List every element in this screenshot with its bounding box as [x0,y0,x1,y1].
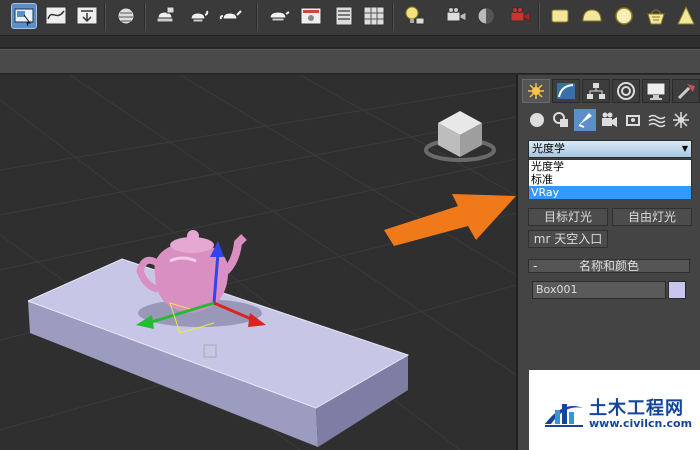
camera-record-icon[interactable] [508,4,532,28]
free-light-button[interactable]: 自由灯光 [612,208,692,226]
cameras-icon[interactable] [598,109,620,131]
site-logo-icon [543,394,585,428]
create-tab-icon[interactable] [522,79,550,103]
layer-list-icon[interactable] [362,4,386,28]
shapes-icon[interactable] [550,109,572,131]
lights-icon[interactable] [574,109,596,131]
toolbar-separator [104,3,106,31]
mr-sky-portal-button[interactable]: mr 天空入口 [528,230,608,248]
curve-editor-icon[interactable] [44,4,68,28]
category-icons [526,109,698,131]
chevron-down-icon: ▼ [681,144,688,153]
toolbar-separator [538,3,540,31]
dropdown-option-highlighted[interactable]: VRay [529,186,691,199]
basket-icon[interactable] [644,4,668,28]
sphere-light-icon[interactable] [612,4,636,28]
select-object-icon[interactable] [11,3,37,29]
motion-tab-icon[interactable] [612,79,640,103]
utilities-tab-icon[interactable] [672,79,700,103]
dropdown-option[interactable]: 标准 [529,173,691,186]
layer-icon[interactable] [299,4,323,28]
toolbar-separator [392,3,394,31]
name-and-color-rollout[interactable]: 名称和颜色 - [528,259,690,273]
panel-tabs [522,79,700,103]
light-type-dropdown[interactable]: 光度学 ▼ [528,140,692,158]
geometry-icon[interactable] [526,109,548,131]
object-name-field[interactable]: Box001 [532,281,666,299]
dope-sheet-icon[interactable] [75,4,99,28]
systems-icon[interactable] [670,109,692,131]
render-setup-icon[interactable] [153,4,177,28]
viewport-header-strip [0,49,700,74]
main-toolbar [0,0,700,36]
dome-icon[interactable] [580,4,604,28]
app-window: 光度学 ▼ 光度学 标准 VRay 目标灯光 自由灯光 mr 天空入口 名称和颜… [0,0,700,450]
camera-icon[interactable] [444,4,468,28]
render-production-icon[interactable] [266,4,290,28]
object-color-swatch[interactable] [668,281,686,299]
light-bulb-icon[interactable] [402,4,426,28]
rollout-title: 名称和颜色 [578,259,639,273]
toolbar-separator [256,3,258,31]
ribbon-strip [0,36,700,48]
site-watermark: 土木工程网 www.civilcn.com [529,370,700,450]
material-editor-icon[interactable] [114,4,138,28]
viewport-canvas [0,75,516,450]
cone-icon[interactable] [674,4,698,28]
toolbar-separator [144,3,146,31]
target-light-button[interactable]: 目标灯光 [528,208,608,226]
space-warps-icon[interactable] [646,109,668,131]
sphere-icon[interactable] [474,4,498,28]
orange-arrow-callout [384,194,516,246]
teapot-icon[interactable] [218,4,242,28]
dropdown-option[interactable]: 光度学 [529,160,691,173]
layer-list-icon[interactable] [332,4,356,28]
modify-tab-icon[interactable] [552,79,580,103]
hierarchy-tab-icon[interactable] [582,79,610,103]
display-tab-icon[interactable] [642,79,670,103]
site-url: www.civilcn.com [589,417,693,430]
viewcube[interactable] [424,111,496,162]
dropdown-selected-value: 光度学 [532,142,565,155]
box-icon[interactable] [548,4,572,28]
helpers-icon[interactable] [622,109,644,131]
perspective-viewport[interactable] [0,75,516,450]
rollout-toggle[interactable]: - [533,260,537,272]
dropdown-options-list: 光度学 标准 VRay [528,159,692,199]
rendered-frame-icon[interactable] [186,4,210,28]
